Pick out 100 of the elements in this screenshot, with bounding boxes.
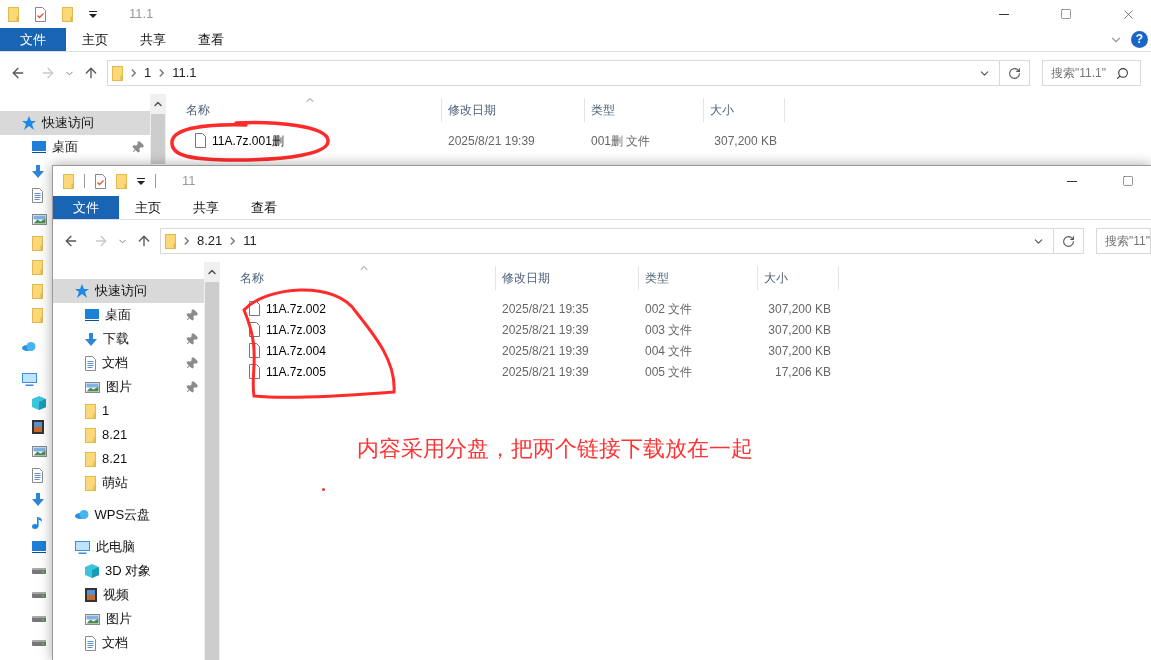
star-icon <box>75 284 89 298</box>
ribbon-tab[interactable]: 文件 <box>53 196 119 219</box>
sidebar-item[interactable]: 图片 <box>53 607 204 631</box>
checklist-icon[interactable] <box>35 6 46 22</box>
breadcrumb[interactable]: 8.21 <box>197 231 223 251</box>
sidebar-label: 文档 <box>102 635 128 651</box>
folder-icon[interactable] <box>62 6 73 22</box>
refresh-button[interactable] <box>1054 228 1084 254</box>
scrollbar-thumb[interactable] <box>151 114 165 164</box>
scrollbar-thumb[interactable] <box>205 282 219 660</box>
cube-icon <box>32 396 46 410</box>
chevron-icon <box>159 69 165 77</box>
column-header[interactable]: 修改日期 <box>496 266 639 290</box>
annotation-text: 内容采用分盘，把两个链接下载放在一起 <box>357 435 753 463</box>
scrollbar[interactable] <box>150 94 166 164</box>
table-cell-text: 17,206 KB <box>773 363 832 381</box>
column-header[interactable]: 类型 <box>639 266 758 290</box>
column-header[interactable]: 名称 <box>234 266 496 290</box>
scrollbar[interactable] <box>204 262 220 660</box>
folder-icon <box>165 233 176 249</box>
breadcrumb[interactable]: 11.1 <box>172 63 197 83</box>
sidebar-item[interactable]: 1 <box>53 399 204 423</box>
sidebar-item[interactable]: 文档 <box>53 351 204 375</box>
sidebar-item[interactable]: WPS云盘 <box>53 503 204 527</box>
file-row[interactable]: 11A.7z.005 2025/8/21 19:39 005 文件 17,206 KB <box>234 361 1151 382</box>
sidebar-label: 1 <box>102 403 110 419</box>
window-title: 11 <box>182 172 196 191</box>
ribbon-tab[interactable]: 共享 <box>177 196 235 219</box>
sidebar-item[interactable]: 快速访问 <box>0 111 150 135</box>
folder-icon[interactable] <box>63 173 74 189</box>
music-note-icon <box>32 516 43 530</box>
table-cell-text: 002 文件 <box>644 300 694 318</box>
folder-icon <box>85 451 96 467</box>
search-field[interactable]: 搜索"11" <box>1096 228 1151 254</box>
column-header[interactable]: 类型 <box>585 98 704 122</box>
column-header[interactable]: 大小 <box>758 266 839 290</box>
ribbon-tab[interactable]: 主页 <box>66 28 124 51</box>
sidebar-item[interactable]: 桌面 <box>0 135 150 159</box>
ribbon-tab[interactable]: 查看 <box>235 196 293 219</box>
sidebar-item[interactable]: 视频 <box>53 583 204 607</box>
sidebar-item[interactable]: 下载 <box>53 327 204 351</box>
ribbon-tab[interactable]: 文件 <box>0 28 66 51</box>
up-button[interactable] <box>83 65 99 81</box>
table-cell-text: 2025/8/21 19:39 <box>501 321 590 339</box>
sidebar-item[interactable]: 8.21 <box>53 423 204 447</box>
help-button[interactable]: ? <box>1131 31 1148 48</box>
sidebar-item[interactable]: 3D 对象 <box>53 559 204 583</box>
star-icon <box>22 116 36 130</box>
document-icon <box>32 187 43 203</box>
file-row[interactable]: 11A.7z.004 2025/8/21 19:39 004 文件 307,200 KB <box>234 340 1151 361</box>
sidebar-item[interactable]: 文档 <box>53 631 204 655</box>
sidebar-item[interactable]: 图片 <box>53 375 204 399</box>
document-icon <box>32 467 43 483</box>
maximize-icon <box>1060 8 1072 20</box>
refresh-icon <box>1062 234 1075 248</box>
breadcrumb[interactable]: 11 <box>243 231 257 251</box>
back-button[interactable] <box>10 65 26 81</box>
search-field[interactable]: 搜索"11.1" <box>1042 60 1141 86</box>
up-button[interactable] <box>136 233 152 249</box>
computer-icon <box>22 372 37 386</box>
sidebar-item[interactable]: 8.21 <box>53 447 204 471</box>
sidebar-label: WPS云盘 <box>94 507 151 523</box>
drive-icon <box>32 616 46 622</box>
table-cell-text: 2025/8/21 19:39 <box>447 132 536 150</box>
folder-icon[interactable] <box>116 173 127 189</box>
breadcrumb[interactable]: 1 <box>144 63 152 83</box>
ribbon-tab[interactable]: 共享 <box>124 28 182 51</box>
address-bar[interactable]: 1 11.1 <box>107 60 1000 86</box>
address-bar[interactable]: 8.21 11 <box>160 228 1054 254</box>
chevron-icon <box>131 69 136 77</box>
sidebar-label: 8.21 <box>102 427 128 443</box>
sidebar-label: 8.21 <box>102 451 128 467</box>
table-cell-text: 004 文件 <box>644 342 694 360</box>
table-cell-text: 307,200 KB <box>767 300 832 318</box>
file-row[interactable]: 11A.7z.002 2025/8/21 19:35 002 文件 307,200 KB <box>234 298 1151 319</box>
table-cell-text: 307,200 KB <box>713 132 778 150</box>
column-header[interactable]: 大小 <box>704 98 785 122</box>
table-cell-text: 2025/8/21 19:39 <box>501 363 590 381</box>
folder-icon <box>112 65 123 81</box>
file-row[interactable]: 11A.7z.001删 2025/8/21 19:39 001删 文件 307,200 KB <box>180 130 1151 151</box>
table-cell-text: 005 文件 <box>644 363 694 381</box>
back-button[interactable] <box>63 233 79 249</box>
file-name: 11A.7z.002 <box>266 300 326 318</box>
ribbon-tab[interactable]: 查看 <box>182 28 240 51</box>
ribbon-tab[interactable]: 主页 <box>119 196 177 219</box>
sidebar-label: 桌面 <box>52 139 78 155</box>
chevron-icon <box>184 237 189 245</box>
folder-icon[interactable] <box>8 6 19 22</box>
file-row[interactable]: 11A.7z.003 2025/8/21 19:39 003 文件 307,200 KB <box>234 319 1151 340</box>
refresh-button[interactable] <box>1000 60 1030 86</box>
sidebar-item[interactable]: 此电脑 <box>53 535 204 559</box>
checklist-icon[interactable] <box>95 173 106 189</box>
folder-icon <box>85 403 96 419</box>
column-header[interactable]: 修改日期 <box>442 98 585 122</box>
sidebar-item[interactable]: 桌面 <box>53 303 204 327</box>
dropdown-icon[interactable] <box>89 10 97 18</box>
column-header[interactable]: 名称 <box>180 98 442 122</box>
sidebar-item[interactable]: 快速访问 <box>53 279 204 303</box>
sidebar-item[interactable]: 萌站 <box>53 471 204 495</box>
dropdown-icon[interactable] <box>137 177 145 185</box>
